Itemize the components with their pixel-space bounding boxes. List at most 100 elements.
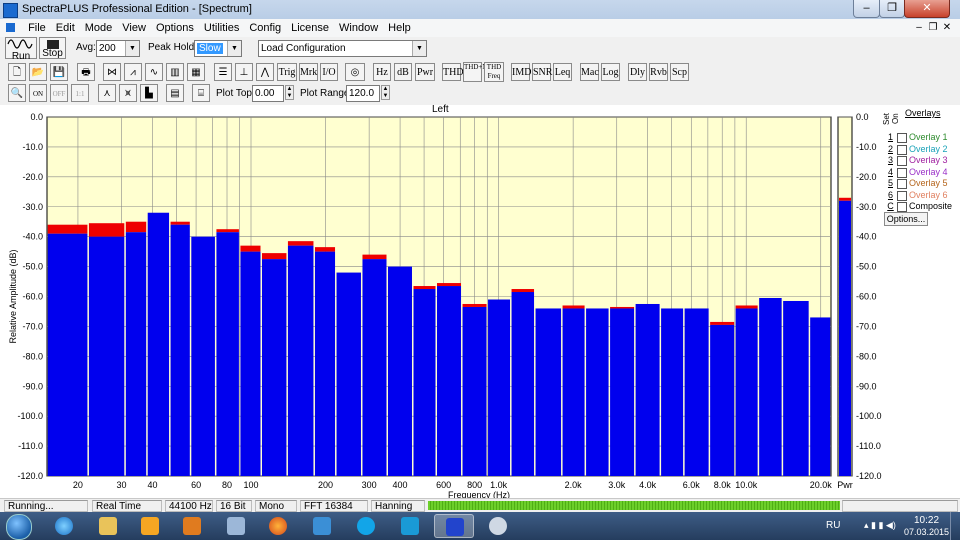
plot-top-input[interactable]: 0.00: [252, 85, 284, 102]
plot-range-input[interactable]: 120.0: [346, 85, 380, 102]
taskbar-skype[interactable]: [346, 514, 386, 538]
overlay-set-button[interactable]: 1: [886, 132, 895, 142]
show-desktop-button[interactable]: [950, 512, 960, 540]
log-button[interactable]: Log: [601, 63, 620, 81]
overlay-set-button[interactable]: 2: [886, 144, 895, 154]
mrk-button[interactable]: Mrk: [299, 63, 318, 81]
overlay-row[interactable]: 5 Overlay 5: [880, 178, 960, 189]
menu-window[interactable]: Window: [334, 19, 383, 37]
overlay-checkbox[interactable]: [897, 179, 907, 189]
line-plot-icon[interactable]: ⩙: [119, 84, 137, 102]
overlay-checkbox[interactable]: [897, 144, 907, 155]
clock-time[interactable]: 10:22: [914, 515, 939, 526]
overlay-checkbox[interactable]: [897, 190, 907, 201]
maximize-button[interactable]: ❐: [879, 0, 905, 18]
stop-button[interactable]: Stop: [39, 37, 66, 59]
zoom-icon[interactable]: 🔍: [8, 84, 26, 102]
overlay-checkbox[interactable]: [897, 133, 907, 143]
scale-settings-icon[interactable]: ⌸: [192, 84, 210, 102]
imd-button[interactable]: IMD: [511, 63, 531, 81]
snr-button[interactable]: SNR: [532, 63, 552, 81]
zoom-in-icon[interactable]: ON: [29, 84, 47, 102]
menu-options[interactable]: Options: [151, 19, 199, 37]
scp-button[interactable]: Scp: [670, 63, 689, 81]
config-select[interactable]: Load Configuration ▼: [258, 40, 427, 57]
overlay-options-button[interactable]: Options...: [884, 212, 928, 226]
thd-button[interactable]: THD: [442, 63, 464, 81]
minimize-button[interactable]: –: [853, 0, 880, 18]
overlay-set-button[interactable]: 6: [886, 190, 895, 200]
close-button[interactable]: ✕: [904, 0, 950, 18]
taskbar-ie[interactable]: [44, 514, 84, 538]
zoom-out-icon[interactable]: OFF: [50, 84, 68, 102]
plot-range-spinner[interactable]: ▲ ▼: [381, 85, 390, 100]
taskbar-bitone[interactable]: [390, 514, 430, 538]
spectrum-chart[interactable]: 0.0 0.0 -10.0 -10.0 -20.0 -20.0 -30.0 -30.0 -40.…: [0, 105, 960, 498]
mdi-doc-icon[interactable]: [0, 21, 20, 35]
taskbar-paint[interactable]: [478, 514, 518, 538]
menu-edit[interactable]: Edit: [51, 19, 80, 37]
mdi-restore-button[interactable]: ❐: [927, 22, 939, 34]
taskbar-network[interactable]: [216, 514, 256, 538]
hz-button[interactable]: Hz: [373, 63, 391, 81]
bar-plot-icon[interactable]: ▙: [140, 84, 158, 102]
taskbar-mail[interactable]: [302, 514, 342, 538]
io-button[interactable]: I/O: [320, 63, 338, 81]
overlay-row[interactable]: 2 Overlay 2: [880, 144, 960, 155]
overlay-set-button[interactable]: 5: [886, 178, 895, 188]
zoom-reset-icon[interactable]: 1:1: [71, 84, 89, 102]
run-button[interactable]: Run: [5, 37, 37, 62]
overlay-set-button[interactable]: C: [886, 201, 895, 211]
spectrum-icon[interactable]: ⩘: [124, 63, 142, 81]
print-icon[interactable]: 🖶: [77, 63, 95, 81]
peak-hold-select[interactable]: Slow ▼: [194, 40, 242, 57]
menu-view[interactable]: View: [117, 19, 151, 37]
trig-button[interactable]: Trig: [277, 63, 297, 81]
menu-mode[interactable]: Mode: [80, 19, 118, 37]
menu-help[interactable]: Help: [383, 19, 416, 37]
mdi-minimize-button[interactable]: –: [913, 22, 925, 34]
overlay-set-button[interactable]: 4: [886, 167, 895, 177]
language-indicator[interactable]: RU: [826, 520, 840, 531]
spectrogram-icon[interactable]: ▥: [166, 63, 184, 81]
overlay-row[interactable]: 6 Overlay 6: [880, 190, 960, 201]
taskbar-spectraplus[interactable]: [434, 514, 474, 538]
overlay-checkbox[interactable]: [897, 156, 907, 166]
tray-icons[interactable]: ▴ ▮ ▮ ◀): [864, 520, 896, 531]
leq-button[interactable]: Leq: [553, 63, 572, 81]
overlay-row[interactable]: 4 Overlay 4: [880, 167, 960, 178]
taskbar-explorer[interactable]: [88, 514, 128, 538]
scale-icon[interactable]: ⊥: [235, 63, 253, 81]
plot-top-spinner[interactable]: ▲ ▼: [285, 85, 294, 100]
taskbar-media[interactable]: [130, 514, 170, 538]
db-button[interactable]: dB: [394, 63, 412, 81]
cursor-icon[interactable]: ⋀: [256, 63, 274, 81]
dly-button[interactable]: Dly: [628, 63, 647, 81]
peak-marker-icon[interactable]: ⋏: [98, 84, 116, 102]
overlay-row[interactable]: 1 Overlay 1: [880, 132, 960, 143]
thd-freq-button[interactable]: THD Freq: [484, 62, 504, 82]
taskbar-firefox[interactable]: [258, 514, 298, 538]
open-folder-icon[interactable]: 📂: [29, 63, 47, 81]
list-view-icon[interactable]: ☰: [214, 63, 232, 81]
menu-utilities[interactable]: Utilities: [199, 19, 244, 37]
start-button[interactable]: [6, 514, 32, 540]
clock-date[interactable]: 07.03.2015: [904, 527, 949, 537]
pwr-button[interactable]: Pwr: [415, 63, 435, 81]
new-file-icon[interactable]: 🗋: [8, 63, 26, 81]
avg-select[interactable]: 200 ▼: [96, 40, 140, 57]
3d-surface-icon[interactable]: ▦: [187, 63, 205, 81]
octave-icon[interactable]: ▤: [166, 84, 184, 102]
menu-config[interactable]: Config: [244, 19, 286, 37]
menu-file[interactable]: File: [23, 19, 51, 37]
overlay-row[interactable]: 3 Overlay 3: [880, 155, 960, 166]
mac-button[interactable]: Mac: [580, 63, 599, 81]
phase-icon[interactable]: ∿: [145, 63, 163, 81]
waveform-icon[interactable]: ⋈: [103, 63, 121, 81]
rvb-button[interactable]: Rvb: [649, 63, 668, 81]
overlay-row[interactable]: C Composite: [880, 201, 960, 212]
mdi-close-button[interactable]: ✕: [941, 22, 953, 34]
overlay-checkbox[interactable]: [897, 167, 907, 178]
overlay-set-button[interactable]: 3: [886, 155, 895, 165]
save-icon[interactable]: 💾: [50, 63, 68, 81]
